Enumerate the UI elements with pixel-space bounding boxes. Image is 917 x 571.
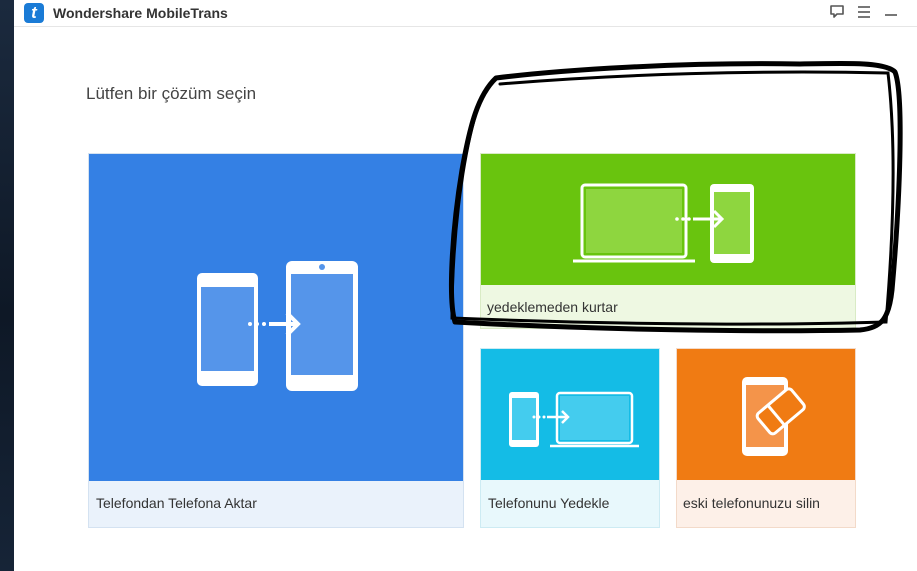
title-bar: t Wondershare MobileTrans — [14, 0, 917, 27]
app-window: t Wondershare MobileTrans Lütfen bir çöz… — [14, 0, 917, 571]
desktop-background — [0, 0, 14, 571]
tile-phone-transfer-label: Telefondan Telefona Aktar — [96, 495, 257, 511]
window-title: Wondershare MobileTrans — [53, 5, 228, 21]
phone-to-phone-icon — [89, 154, 463, 481]
tile-phone-transfer[interactable]: Telefondan Telefona Aktar — [88, 153, 464, 528]
page-heading: Lütfen bir çözüm seçin — [86, 84, 257, 103]
minimize-icon[interactable] — [880, 2, 902, 22]
laptop-to-phone-icon — [481, 154, 855, 285]
tile-backup-phone[interactable]: Telefonunu Yedekle — [480, 348, 660, 528]
tile-erase-phone-label: eski telefonunuzu silin — [683, 495, 820, 511]
feedback-icon[interactable] — [826, 2, 848, 22]
phone-eraser-icon — [677, 349, 855, 480]
menu-icon[interactable] — [853, 2, 875, 22]
app-logo-letter: t — [31, 3, 37, 22]
tile-erase-phone[interactable]: eski telefonunuzu silin — [676, 348, 856, 528]
tile-backup-phone-label: Telefonunu Yedekle — [488, 495, 610, 511]
tile-restore-backup-label: yedeklemeden kurtar — [487, 299, 618, 315]
phone-to-laptop-icon — [481, 349, 659, 480]
tile-restore-backup[interactable]: yedeklemeden kurtar — [480, 153, 856, 329]
app-logo-icon: t — [24, 3, 44, 23]
